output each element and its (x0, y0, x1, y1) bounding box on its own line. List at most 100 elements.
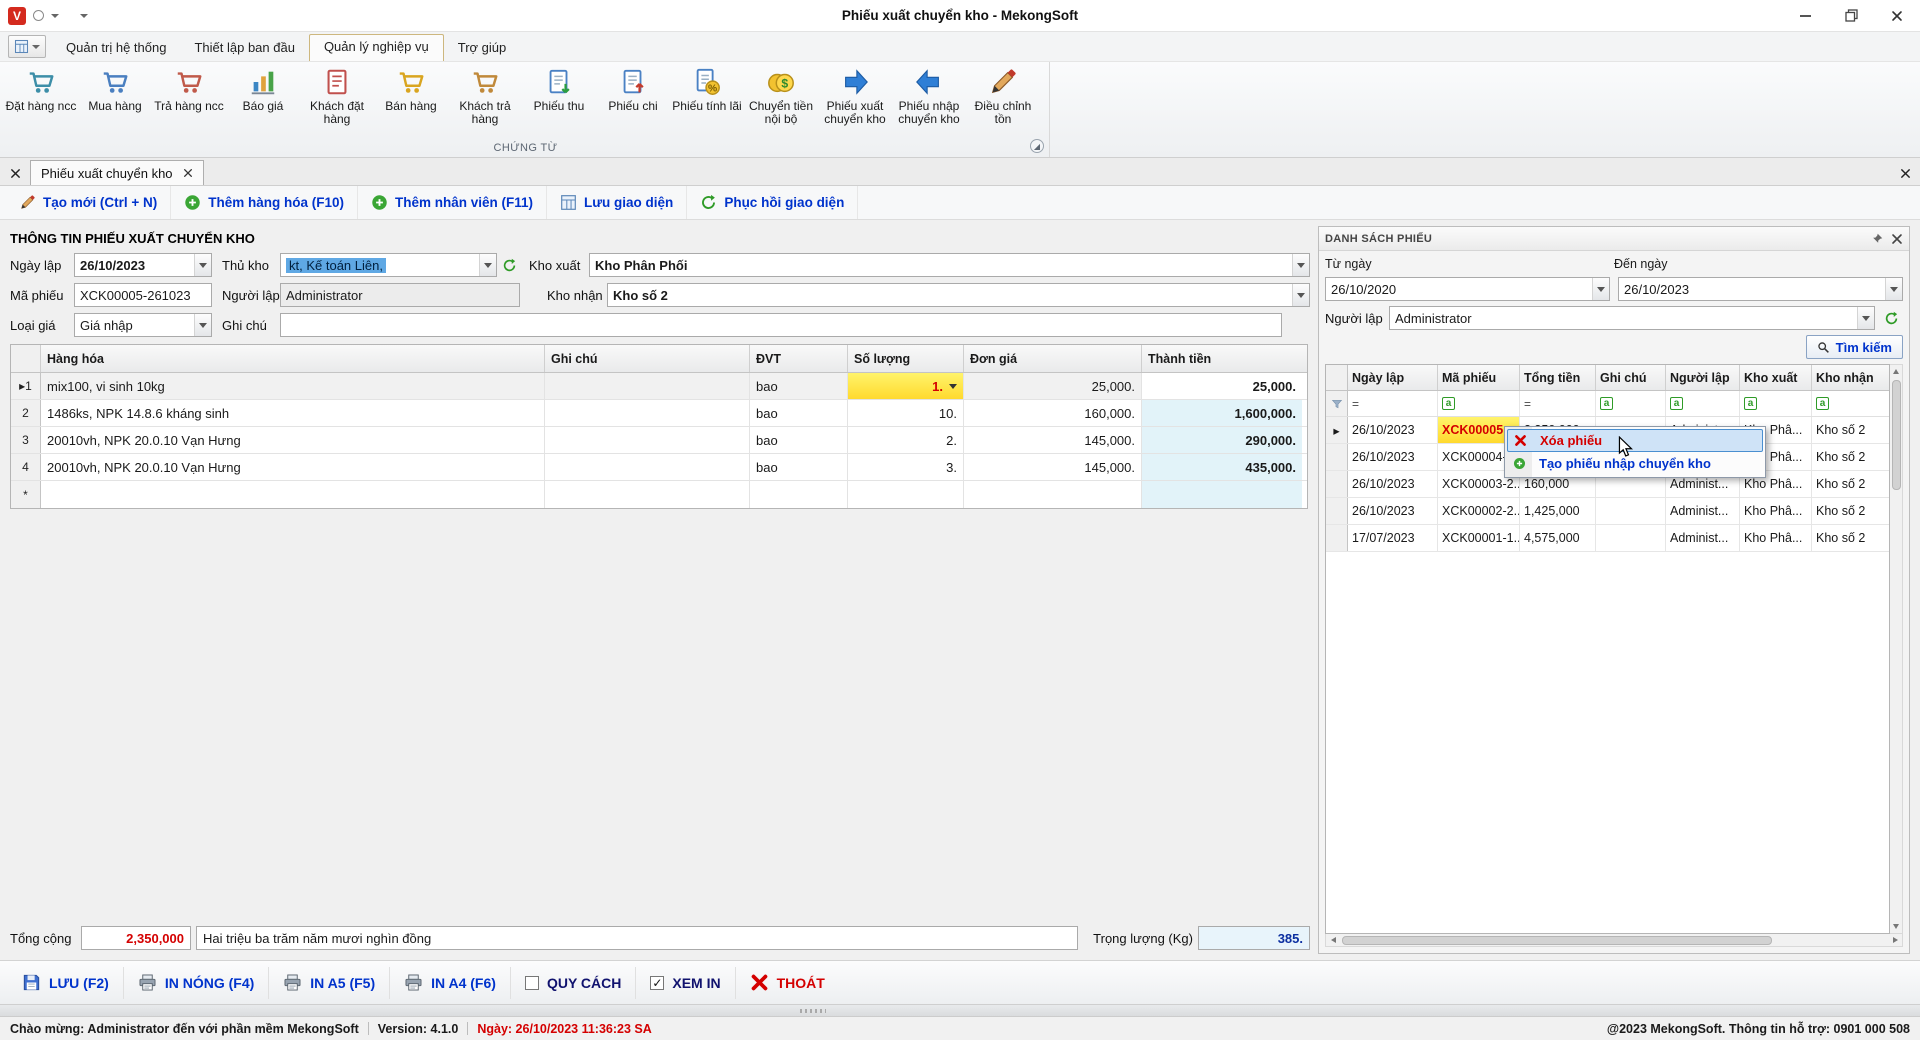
refresh-creator-button[interactable] (1881, 311, 1901, 326)
col-so-luong[interactable]: Số lượng (848, 345, 964, 372)
checkbox-unchecked-icon[interactable] (525, 976, 539, 990)
cell-ngay-lap[interactable]: 26/10/2023 (1348, 471, 1438, 497)
cell-ma-phieu[interactable]: XCK00001-1... (1438, 525, 1520, 551)
cell-ngay-lap[interactable]: 26/10/2023 (1348, 417, 1438, 443)
col-dvt[interactable]: ĐVT (750, 345, 848, 372)
kho-nhan-combo[interactable]: Kho số 2 (607, 283, 1310, 307)
filter-tong-tien[interactable]: = (1520, 391, 1596, 416)
loai-gia-combo[interactable]: Giá nhập (74, 313, 212, 337)
filter-ngay-lap[interactable]: = (1348, 391, 1438, 416)
grip-handle-icon[interactable] (800, 1009, 826, 1013)
cell-kho-xuat[interactable]: Kho Phâ... (1740, 498, 1812, 524)
cell-nguoi-lap[interactable]: Administ... (1666, 498, 1740, 524)
cell-ghi-chu[interactable] (1596, 498, 1666, 524)
cell-so-luong-selected[interactable]: 1. (848, 373, 964, 399)
cell-dvt[interactable]: bao (750, 373, 848, 399)
ribbon-button-phieu-tinh-lai[interactable]: Phiếu tính lãi (670, 65, 744, 138)
ribbon-tab-help[interactable]: Trợ giúp (444, 36, 521, 61)
ribbon-button-bao-gia[interactable]: Báo giá (226, 65, 300, 138)
cell-kho-nhan[interactable]: Kho số 2 (1812, 417, 1889, 443)
cell-thanh-tien[interactable]: 290,000. (1142, 427, 1302, 453)
chevron-down-icon[interactable] (1292, 284, 1309, 306)
den-ngay-combo[interactable]: 26/10/2023 (1618, 277, 1903, 301)
checkbox-checked-icon[interactable]: ✓ (650, 976, 664, 990)
ribbon-button-khach-dat-hang[interactable]: Khách đặt hàng (300, 65, 374, 138)
filter-nguoi-lap[interactable]: a (1666, 391, 1740, 416)
maximize-button[interactable] (1828, 0, 1874, 31)
create-new-button[interactable]: Tạo mới (Ctrl + N) (6, 186, 171, 219)
filter-kho-xuat[interactable]: a (1740, 391, 1812, 416)
cell-thanh-tien[interactable]: 25,000. (1142, 373, 1302, 399)
horizontal-scrollbar[interactable] (1325, 934, 1903, 947)
print-hot-button[interactable]: IN NÓNG (F4) (124, 967, 269, 999)
cell-ghi-chu[interactable] (545, 427, 750, 453)
close-all-tabs-button[interactable] (0, 161, 30, 185)
quy-cach-checkbox[interactable]: QUY CÁCH (511, 967, 636, 999)
cell-tong-tien[interactable]: 4,575,000 (1520, 525, 1596, 551)
restore-layout-button[interactable]: Phục hồi giao diện (687, 186, 858, 219)
ribbon-tab-setup[interactable]: Thiết lập ban đầu (180, 36, 308, 61)
ribbon-button-chuyen-tien-noi-bo[interactable]: Chuyển tiền nội bộ (744, 65, 818, 138)
ribbon-button-phieu-nhap-chuyen-kho[interactable]: Phiếu nhập chuyển kho (892, 65, 966, 138)
chevron-down-icon[interactable] (1885, 278, 1902, 300)
cell-dvt[interactable]: bao (750, 427, 848, 453)
refresh-thu-kho-button[interactable] (499, 258, 519, 273)
save-layout-button[interactable]: Lưu giao diện (547, 186, 687, 219)
exit-button[interactable]: THOÁT (736, 967, 839, 999)
scroll-right-icon[interactable] (1888, 937, 1902, 943)
ribbon-button-dat-hang-ncc[interactable]: Đặt hàng ncc (4, 65, 78, 138)
ngay-lap-combo[interactable]: 26/10/2023 (74, 253, 212, 277)
cell-ngay-lap[interactable]: 26/10/2023 (1348, 444, 1438, 470)
tu-ngay-combo[interactable]: 26/10/2020 (1325, 277, 1610, 301)
app-menu-icon[interactable] (33, 10, 44, 21)
nguoi-lap-input[interactable]: Administrator (280, 283, 520, 307)
pin-icon[interactable] (1871, 233, 1883, 245)
cell-ghi-chu[interactable] (545, 481, 750, 508)
ribbon-button-tra-hang-ncc[interactable]: Trả hàng ncc (152, 65, 226, 138)
scroll-left-icon[interactable] (1326, 937, 1340, 943)
close-tab-icon[interactable] (183, 168, 193, 178)
app-logo[interactable]: V (8, 7, 26, 25)
chevron-down-icon[interactable] (1292, 254, 1309, 276)
scrollbar-thumb[interactable] (1342, 936, 1772, 945)
filter-kho-nhan[interactable]: a (1812, 391, 1889, 416)
col-kho-xuat[interactable]: Kho xuất (1740, 365, 1812, 390)
chevron-down-icon[interactable] (194, 254, 211, 276)
scroll-down-icon[interactable] (1890, 920, 1902, 933)
cell-don-gia[interactable]: 145,000. (964, 427, 1142, 453)
cell-ghi-chu[interactable] (1596, 525, 1666, 551)
col-don-gia[interactable]: Đơn giá (964, 345, 1142, 372)
cell-dvt[interactable]: bao (750, 400, 848, 426)
cell-ngay-lap[interactable]: 26/10/2023 (1348, 498, 1438, 524)
amount-in-words[interactable]: Hai triệu ba trăm năm mươi nghìn đồng (196, 926, 1078, 950)
print-a4-button[interactable]: IN A4 (F6) (390, 967, 511, 999)
chevron-down-icon[interactable] (194, 314, 211, 336)
group-dialog-launcher-icon[interactable]: ◢ (1030, 139, 1044, 153)
add-item-button[interactable]: Thêm hàng hóa (F10) (171, 186, 358, 219)
close-button[interactable] (1874, 0, 1920, 31)
ghi-chu-input[interactable] (280, 313, 1282, 337)
col-ghi-chu[interactable]: Ghi chú (545, 345, 750, 372)
cell-so-luong[interactable] (848, 481, 964, 508)
chevron-down-icon[interactable] (1592, 278, 1609, 300)
cell-dvt[interactable]: bao (750, 454, 848, 480)
filter-ghi-chu[interactable]: a (1596, 391, 1666, 416)
col-ghi-chu[interactable]: Ghi chú (1596, 365, 1666, 390)
cell-hang-hoa[interactable]: 20010vh, NPK 20.0.10 Vạn Hưng (41, 427, 545, 453)
col-ma-phieu[interactable]: Mã phiếu (1438, 365, 1520, 390)
print-a5-button[interactable]: IN A5 (F5) (269, 967, 390, 999)
col-nguoi-lap[interactable]: Người lập (1666, 365, 1740, 390)
cell-kho-nhan[interactable]: Kho số 2 (1812, 498, 1889, 524)
scroll-up-icon[interactable] (1890, 365, 1902, 378)
cell-don-gia[interactable]: 25,000. (964, 373, 1142, 399)
col-tong-tien[interactable]: Tổng tiền (1520, 365, 1596, 390)
ribbon-tab-operations[interactable]: Quản lý nghiệp vụ (309, 34, 444, 61)
qat-customize-icon[interactable] (80, 14, 88, 18)
context-menu-delete-voucher[interactable]: Xóa phiếu (1507, 429, 1763, 452)
xem-in-checkbox[interactable]: ✓XEM IN (636, 967, 735, 999)
col-thanh-tien[interactable]: Thành tiền (1142, 345, 1302, 372)
nguoi-lap-combo[interactable]: Administrator (1389, 306, 1875, 330)
close-document-button[interactable] (1890, 161, 1920, 185)
cell-ghi-chu[interactable] (545, 373, 750, 399)
cell-nguoi-lap[interactable]: Administ... (1666, 525, 1740, 551)
